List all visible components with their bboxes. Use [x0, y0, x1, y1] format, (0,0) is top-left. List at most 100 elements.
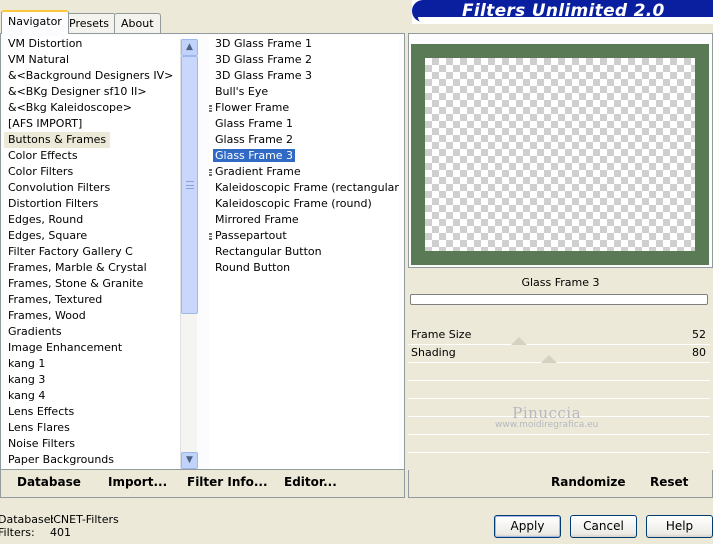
- category-item[interactable]: VM Distortion: [4, 36, 180, 52]
- filter-item[interactable]: Mirrored Frame: [209, 212, 399, 228]
- randomize-button[interactable]: Randomize: [551, 475, 625, 489]
- filter-item[interactable]: Passepartout: [209, 228, 399, 244]
- param-slot-empty: [408, 381, 710, 399]
- category-item-label: Color Effects: [8, 149, 78, 162]
- param-slot-empty: [408, 363, 710, 381]
- category-item-label: VM Natural: [8, 53, 70, 66]
- category-item[interactable]: VM Natural: [4, 52, 180, 68]
- preview-frame: [411, 44, 709, 265]
- filter-item[interactable]: Flower Frame: [209, 100, 399, 116]
- import-button[interactable]: Import...: [108, 475, 167, 489]
- category-item[interactable]: Edges, Square: [4, 228, 180, 244]
- tab-strip: Navigator Presets About: [0, 0, 400, 34]
- category-item[interactable]: Paper Backgrounds: [4, 452, 180, 468]
- slider-thumb[interactable]: [540, 355, 557, 363]
- category-scrollbar[interactable]: ▲ ▼: [180, 39, 198, 469]
- apply-button[interactable]: Apply: [494, 515, 561, 538]
- filter-item-label: Passepartout: [215, 229, 287, 242]
- category-item-label: [AFS IMPORT]: [8, 117, 83, 130]
- scroll-thumb[interactable]: [181, 56, 198, 314]
- preview-area: [408, 33, 713, 268]
- category-item[interactable]: Frames, Wood: [4, 308, 180, 324]
- category-item[interactable]: Color Effects: [4, 148, 180, 164]
- filter-item-label: Glass Frame 1: [215, 117, 294, 130]
- category-item[interactable]: kang 3: [4, 372, 180, 388]
- filter-item[interactable]: Rectangular Button: [209, 244, 399, 260]
- category-item[interactable]: &<BKg Designer sf10 II>: [4, 84, 180, 100]
- filter-item[interactable]: Glass Frame 3: [209, 148, 399, 164]
- category-item[interactable]: [AFS IMPORT]: [4, 116, 180, 132]
- tab-about[interactable]: About: [114, 13, 161, 33]
- filter-item[interactable]: 3D Glass Frame 3: [209, 68, 399, 84]
- category-item-label: Edges, Square: [8, 229, 88, 242]
- navigator-toolbar: Database Import... Filter Info... Editor…: [0, 470, 405, 498]
- cancel-button[interactable]: Cancel: [570, 515, 637, 538]
- category-item[interactable]: &<Background Designers IV>: [4, 68, 180, 84]
- param-label: Frame Size: [411, 328, 472, 341]
- category-item-label: Edges, Round: [8, 213, 84, 226]
- category-item[interactable]: kang 4: [4, 388, 180, 404]
- filter-item[interactable]: Gradient Frame: [209, 164, 399, 180]
- category-item[interactable]: kang 1: [4, 356, 180, 372]
- filter-info-button[interactable]: Filter Info...: [187, 475, 268, 489]
- param-value: 52: [692, 328, 706, 341]
- param-slot-empty: [408, 453, 710, 471]
- param-value: 80: [692, 346, 706, 359]
- slider-thumb[interactable]: [510, 337, 527, 345]
- category-item-label: Lens Flares: [8, 421, 70, 434]
- category-item-label: Lens Effects: [8, 405, 75, 418]
- filter-list[interactable]: 3D Glass Frame 1 3D Glass Frame 2 3D Glass…: [209, 36, 399, 469]
- category-item[interactable]: Buttons & Frames: [4, 132, 180, 148]
- database-label: Database:: [0, 513, 55, 526]
- filter-item[interactable]: Round Button: [209, 260, 399, 276]
- category-item[interactable]: Image Enhancement: [4, 340, 180, 356]
- tab-presets[interactable]: Presets: [62, 13, 117, 33]
- filter-item[interactable]: 3D Glass Frame 2: [209, 52, 399, 68]
- filter-item-label: Mirrored Frame: [215, 213, 299, 226]
- tab-navigator[interactable]: Navigator: [1, 10, 69, 34]
- category-list[interactable]: VM Distortion VM Natural &<Background Desi…: [4, 36, 180, 469]
- filter-item[interactable]: 3D Glass Frame 1: [209, 36, 399, 52]
- reset-button[interactable]: Reset: [650, 475, 688, 489]
- filter-item-label: 3D Glass Frame 2: [215, 53, 313, 66]
- category-item-label: Frames, Wood: [8, 309, 86, 322]
- category-item[interactable]: Frames, Textured: [4, 292, 180, 308]
- editor-button[interactable]: Editor...: [284, 475, 337, 489]
- category-item[interactable]: Color Filters: [4, 164, 180, 180]
- category-item[interactable]: Lens Flares: [4, 420, 180, 436]
- scroll-up-button[interactable]: ▲: [181, 39, 198, 56]
- category-item[interactable]: Lens Effects: [4, 404, 180, 420]
- category-item[interactable]: Filter Factory Gallery C: [4, 244, 180, 260]
- scroll-down-button[interactable]: ▼: [181, 452, 198, 469]
- filter-item[interactable]: Glass Frame 2: [209, 132, 399, 148]
- category-item[interactable]: Noise Filters: [4, 436, 180, 452]
- help-button[interactable]: Help: [646, 515, 713, 538]
- category-item[interactable]: Convolution Filters: [4, 180, 180, 196]
- filter-item-label: Kaleidoscopic Frame (round): [215, 197, 372, 210]
- filters-count-value: 401: [50, 526, 71, 539]
- param-frame-size[interactable]: Frame Size 52: [408, 327, 710, 345]
- status-info: Database:ICNET-Filters Filters: 401: [0, 513, 119, 539]
- database-button[interactable]: Database: [17, 475, 81, 489]
- category-item[interactable]: Edges, Round: [4, 212, 180, 228]
- filter-item-label: 3D Glass Frame 1: [215, 37, 313, 50]
- category-item[interactable]: &<Bkg Kaleidoscope>: [4, 100, 180, 116]
- category-item-label: Distortion Filters: [8, 197, 99, 210]
- param-shading[interactable]: Shading 80: [408, 345, 710, 363]
- filter-item-label: Round Button: [215, 261, 291, 274]
- category-item-label: &<BKg Designer sf10 II>: [8, 85, 147, 98]
- filter-item[interactable]: Bull's Eye: [209, 84, 399, 100]
- category-item-label: Buttons & Frames: [4, 132, 111, 148]
- filter-item[interactable]: Kaleidoscopic Frame (rectangular): [209, 180, 399, 196]
- preview-transparency-checkerboard: [425, 58, 695, 251]
- filter-item-label: Gradient Frame: [215, 165, 301, 178]
- category-item[interactable]: Frames, Marble & Crystal: [4, 260, 180, 276]
- category-item[interactable]: Distortion Filters: [4, 196, 180, 212]
- filter-item[interactable]: Glass Frame 1: [209, 116, 399, 132]
- category-item-label: kang 3: [8, 373, 46, 386]
- category-item[interactable]: Gradients: [4, 324, 180, 340]
- filter-item[interactable]: Kaleidoscopic Frame (round): [209, 196, 399, 212]
- category-item[interactable]: Frames, Stone & Granite: [4, 276, 180, 292]
- filter-marker-icon: [209, 233, 212, 240]
- category-item-label: Frames, Textured: [8, 293, 103, 306]
